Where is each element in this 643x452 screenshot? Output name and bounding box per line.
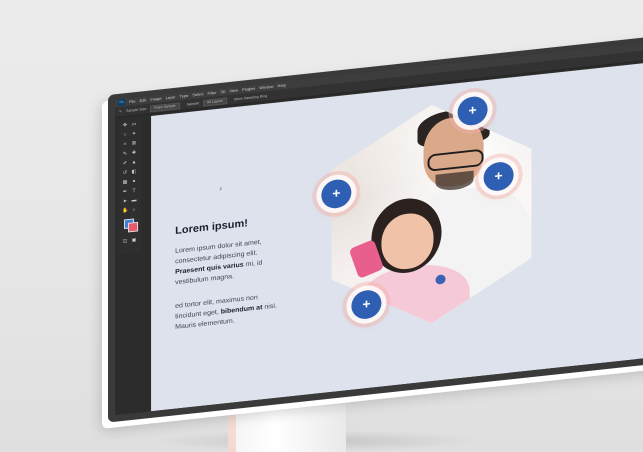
menu-3d[interactable]: 3D xyxy=(220,89,225,94)
pen-tool-icon[interactable]: ✒ xyxy=(122,189,128,195)
cursor-icon: ♪ xyxy=(219,186,223,193)
shape-tool-icon[interactable]: ▬ xyxy=(131,197,137,203)
canvas-paragraph-2: ed tortor elit, maximus non tincidunt eg… xyxy=(175,290,285,333)
gradient-tool-icon[interactable]: ▦ xyxy=(122,179,128,185)
magic-wand-tool-icon[interactable]: ✦ xyxy=(131,131,137,137)
document-canvas[interactable]: ♪ Lorem ipsum! Lorem ipsum dolor sit ame… xyxy=(151,61,643,412)
menu-file[interactable]: File xyxy=(129,99,135,104)
scene: Ps File Edit Image Layer Type Select Fil… xyxy=(0,0,643,452)
eyedropper-icon[interactable]: ✎ xyxy=(119,110,122,114)
sample-select[interactable]: All Layers xyxy=(202,96,227,107)
screen-mode-icon[interactable]: ▣ xyxy=(131,237,137,243)
eraser-tool-icon[interactable]: ◧ xyxy=(131,169,137,175)
menu-select[interactable]: Select xyxy=(192,91,203,97)
sample-size-select[interactable]: Point Sample xyxy=(150,102,180,112)
canvas-paragraph-1: Lorem ipsum dolor sit amet, consectetur … xyxy=(175,235,285,289)
marquee-tool-icon[interactable]: ▭ xyxy=(131,121,137,127)
hand-tool-icon[interactable]: ✋ xyxy=(122,208,128,214)
menu-help[interactable]: Help xyxy=(278,83,286,89)
stamp-tool-icon[interactable]: ▲ xyxy=(131,159,137,165)
move-tool-icon[interactable]: ✥ xyxy=(122,122,128,128)
frame-tool-icon[interactable]: ⊠ xyxy=(131,140,137,146)
menu-filter[interactable]: Filter xyxy=(207,90,216,96)
monitor-screen: Ps File Edit Image Layer Type Select Fil… xyxy=(115,40,643,416)
menu-edit[interactable]: Edit xyxy=(140,98,147,103)
menu-view[interactable]: View xyxy=(230,88,239,94)
monitor: Ps File Edit Image Layer Type Select Fil… xyxy=(108,34,643,423)
canvas-heading: Lorem ipsum! xyxy=(175,217,248,237)
type-tool-icon[interactable]: T xyxy=(131,188,137,194)
show-sampling-ring-checkbox[interactable]: Show Sampling Ring xyxy=(234,94,267,101)
history-brush-icon[interactable]: ↺ xyxy=(122,170,128,176)
paragraph-2-bold: bibendum at xyxy=(220,304,263,316)
menu-window[interactable]: Window xyxy=(259,84,273,90)
sample-size-label: Sample Size: xyxy=(126,106,148,113)
tools-panel: ✥ ▭ ○ ✦ ⌗ ⊠ ✎ ✚ ✐ ▲ ↺ ◧ ▦ ● ✒ T ➤ ▬ ✋ ⌕ xyxy=(119,118,142,255)
photoshop-logo-icon: Ps xyxy=(118,98,126,107)
menu-plugins[interactable]: Plugins xyxy=(242,86,255,92)
blur-tool-icon[interactable]: ● xyxy=(131,178,137,184)
menu-image[interactable]: Image xyxy=(150,96,161,102)
hotspot-plus-button-bottom[interactable]: + xyxy=(351,288,382,321)
menu-layer[interactable]: Layer xyxy=(166,94,176,100)
zoom-tool-icon[interactable]: ⌕ xyxy=(131,207,137,213)
background-color-swatch[interactable] xyxy=(128,221,139,233)
menu-type[interactable]: Type xyxy=(180,93,189,99)
crop-tool-icon[interactable]: ⌗ xyxy=(122,141,128,147)
eyedropper-tool-icon[interactable]: ✎ xyxy=(122,151,128,157)
sample-label: Sample: xyxy=(186,101,200,107)
healing-tool-icon[interactable]: ✚ xyxy=(131,150,137,156)
path-select-icon[interactable]: ➤ xyxy=(122,198,128,204)
quick-mask-icon[interactable]: ◫ xyxy=(122,238,128,244)
brush-tool-icon[interactable]: ✐ xyxy=(122,160,128,166)
hotspot-plus-button-top[interactable]: + xyxy=(457,95,488,127)
lasso-tool-icon[interactable]: ○ xyxy=(122,132,128,138)
